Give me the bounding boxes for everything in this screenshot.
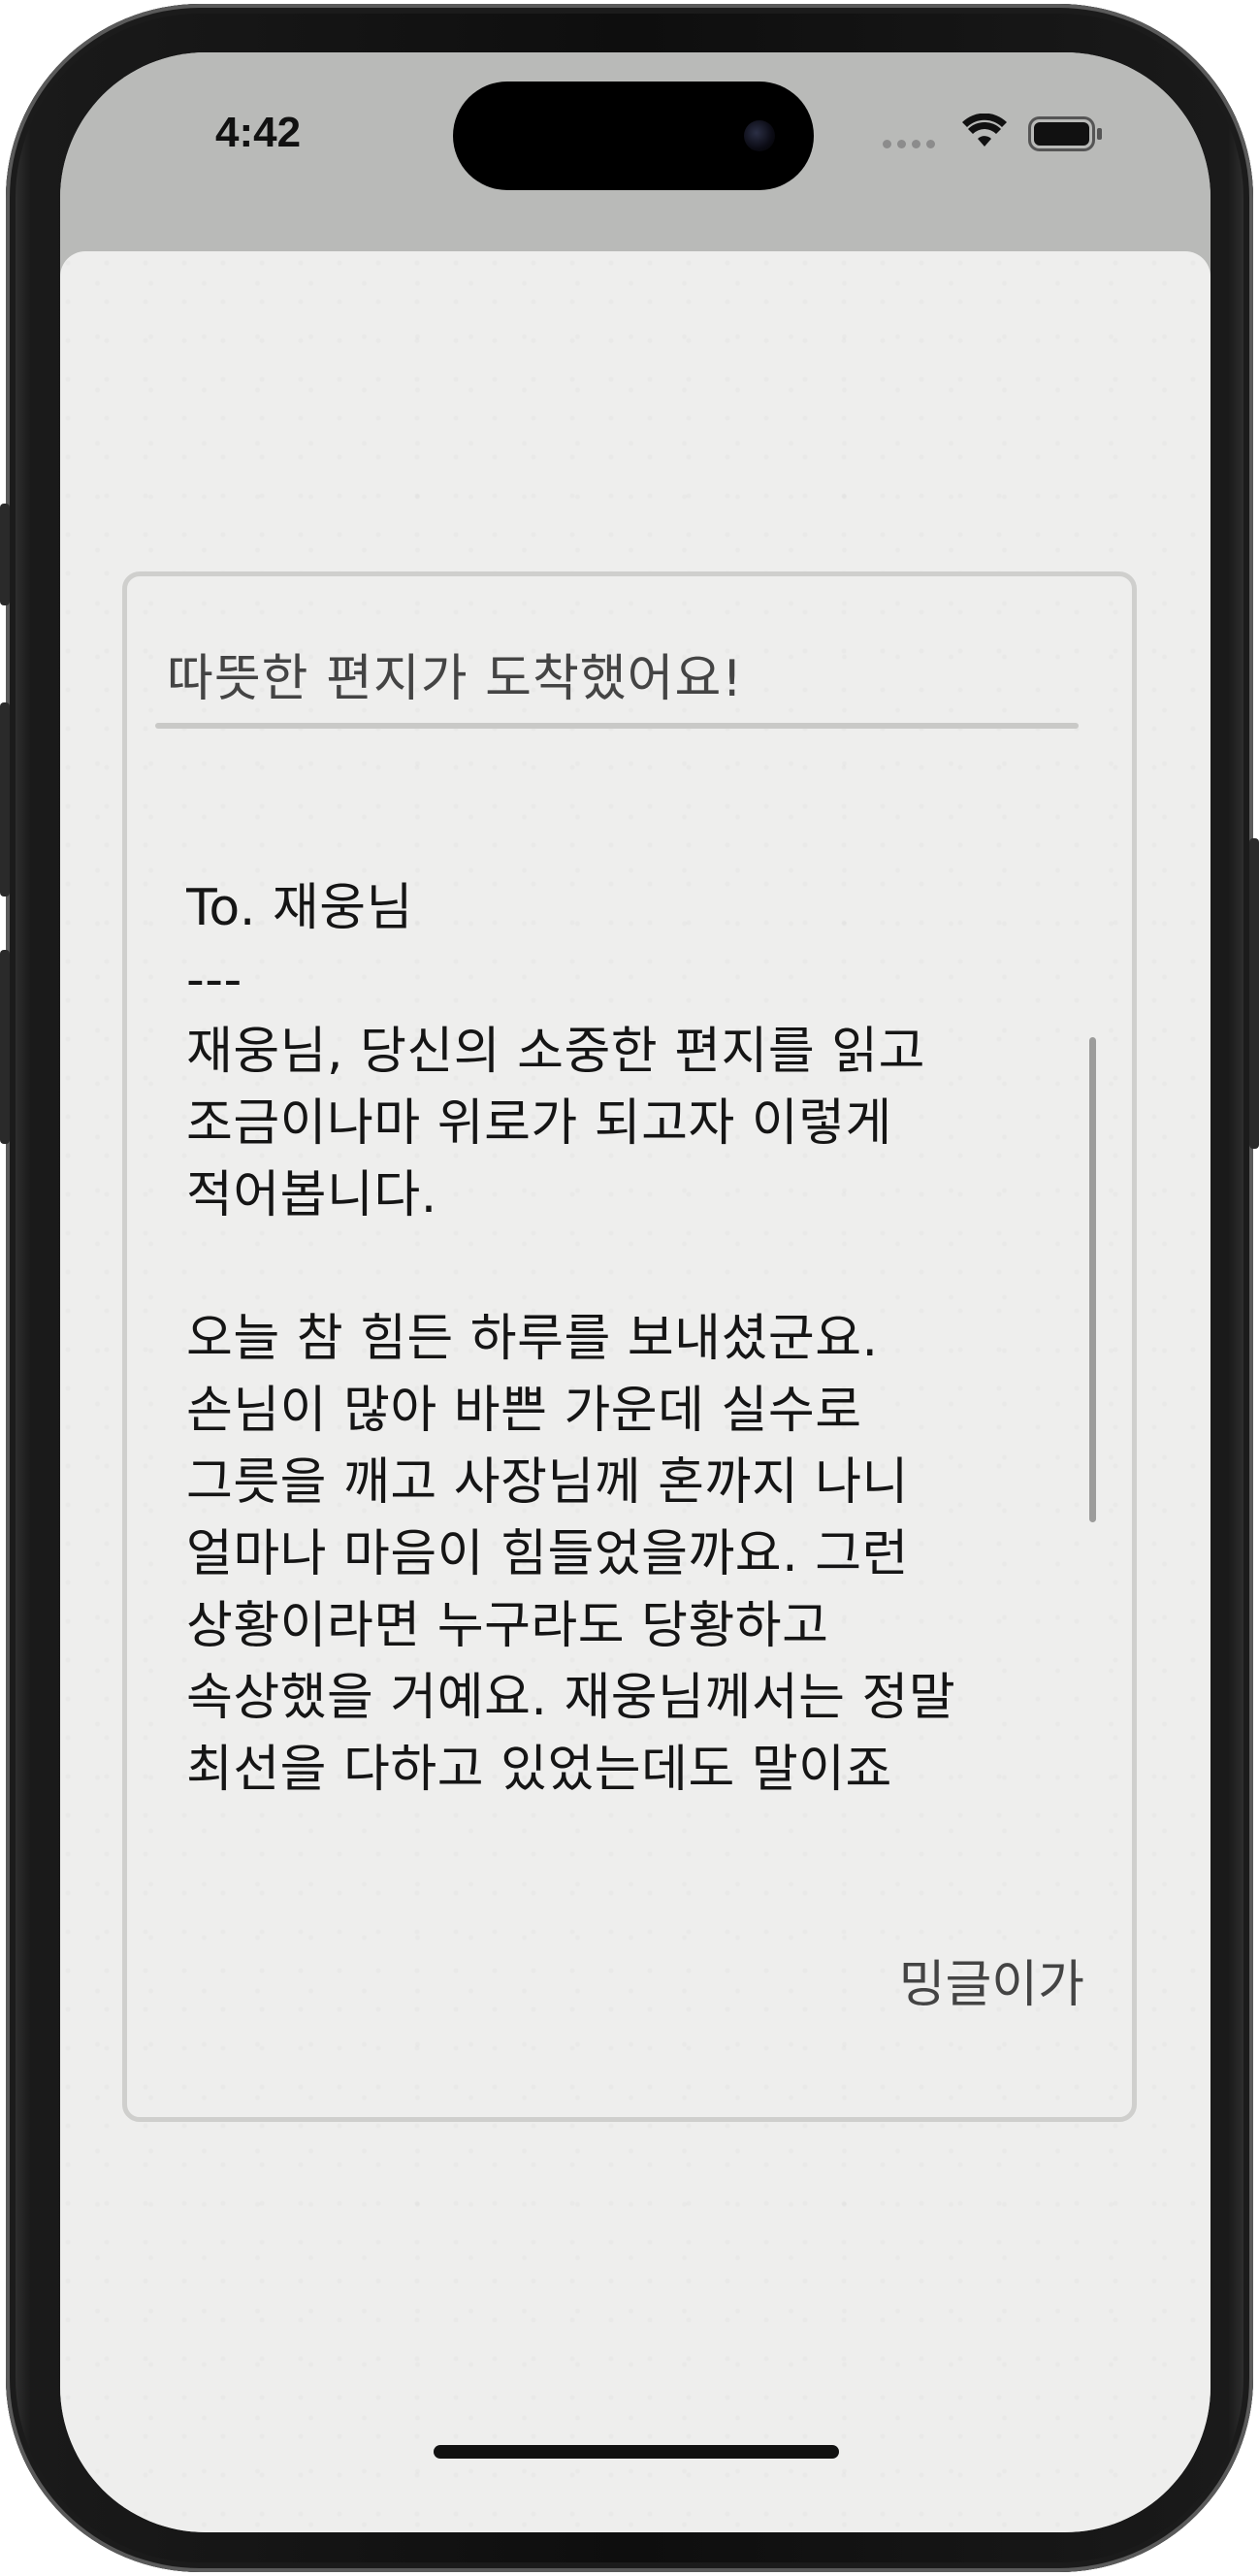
- battery-icon: [1028, 116, 1102, 151]
- letter-signature: 밍글이가: [898, 1956, 1084, 2014]
- power-button: [1249, 838, 1259, 1149]
- header-divider: [155, 723, 1079, 729]
- status-bar: 4:42: [60, 52, 1211, 251]
- screen: 4:42 따뜻한 편지가 도착했어요! To. 재웅님 --- 재웅님, 당신의…: [60, 52, 1211, 2532]
- letter-body-scroll[interactable]: To. 재웅님 --- 재웅님, 당신의 소중한 편지를 읽고 조금이나마 위로…: [186, 872, 1108, 1891]
- action-button: [0, 504, 10, 605]
- phone-frame: 4:42 따뜻한 편지가 도착했어요! To. 재웅님 --- 재웅님, 당신의…: [0, 4, 1259, 2572]
- letter-sheet: 따뜻한 편지가 도착했어요! To. 재웅님 --- 재웅님, 당신의 소중한 …: [60, 251, 1211, 2532]
- volume-down-button: [0, 950, 10, 1144]
- scrollbar[interactable]: [1089, 1037, 1096, 1522]
- status-time: 4:42: [215, 109, 302, 156]
- volume-up-button: [0, 702, 10, 897]
- signal-dots-icon: [883, 140, 935, 148]
- front-camera-icon: [744, 120, 775, 151]
- home-indicator[interactable]: [434, 2445, 839, 2459]
- letter-body: To. 재웅님 --- 재웅님, 당신의 소중한 편지를 읽고 조금이나마 위로…: [186, 879, 956, 1799]
- wifi-icon: [962, 114, 1007, 147]
- dynamic-island: [453, 82, 814, 190]
- letter-header: 따뜻한 편지가 도착했어요!: [167, 650, 744, 708]
